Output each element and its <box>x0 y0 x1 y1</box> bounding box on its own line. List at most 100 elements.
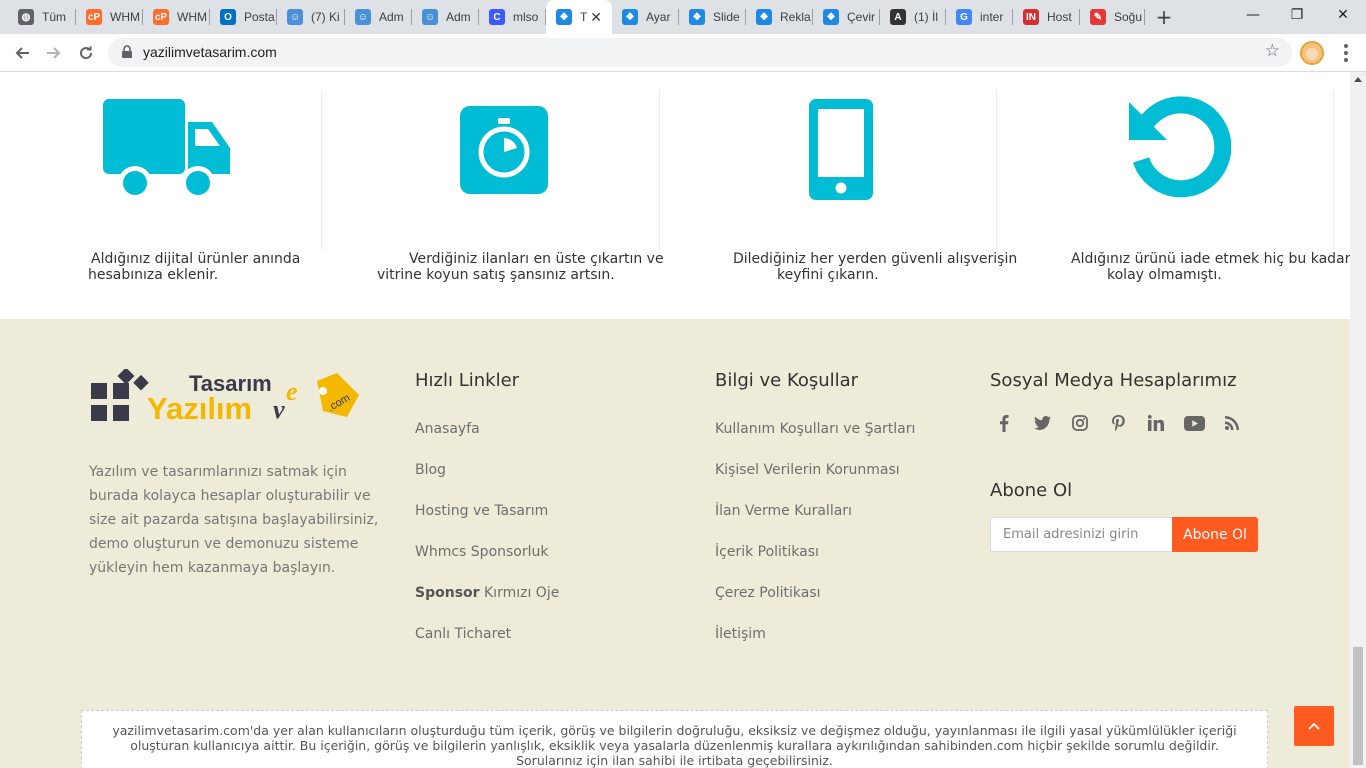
browser-tab[interactable]: ☺ Adm <box>345 0 412 34</box>
browser-tab[interactable]: ☺ (7) Ki <box>277 0 345 34</box>
tab-title: (7) Ki <box>311 10 340 24</box>
features-section: Aldığınız dijital ürünler anında hesabın… <box>0 72 1350 319</box>
pin-icon: ✎ <box>1090 9 1106 25</box>
footer-link-hosting[interactable]: Hosting ve Tasarım <box>415 503 548 519</box>
feature-mobile <box>808 90 874 250</box>
browser-tab[interactable]: Cmlso <box>479 0 546 34</box>
reload-button[interactable] <box>72 39 100 67</box>
footer-link-home[interactable]: Anasayfa <box>415 421 480 437</box>
tab-title: WHM <box>177 10 207 24</box>
browser-tab[interactable]: O Posta <box>210 0 277 34</box>
linkedin-icon[interactable] <box>1144 412 1168 434</box>
tab-title: Rekla <box>780 10 811 24</box>
browser-tab[interactable]: ❖ Slide <box>679 0 746 34</box>
cpanel-icon: cP <box>86 9 102 25</box>
quick-links-title: Hızlı Linkler <box>415 370 520 391</box>
logo-word-v: v <box>273 395 285 424</box>
social-title: Sosyal Medya Hesaplarımız <box>990 370 1237 391</box>
browser-tab[interactable]: Ginter <box>946 0 1013 34</box>
browser-tab[interactable]: ☺ Adm <box>412 0 479 34</box>
browser-tab[interactable]: ❖ Çevir <box>813 0 880 34</box>
feature-divider <box>659 90 660 250</box>
browser-menu-icon[interactable] <box>1336 42 1356 64</box>
terms-title: Bilgi ve Koşullar <box>715 370 859 391</box>
facebook-icon[interactable] <box>992 412 1016 434</box>
logo-word-e: e <box>286 377 298 406</box>
tab-title: Host <box>1047 10 1072 24</box>
footer-link-listing-rules[interactable]: İlan Verme Kuralları <box>715 503 852 519</box>
footer-link-contact[interactable]: İletişim <box>715 626 766 642</box>
chat-icon: ☺ <box>355 9 371 25</box>
tab-title: Adm <box>446 10 471 24</box>
scroll-to-top-button[interactable] <box>1294 706 1334 746</box>
footer-link-cookie-policy[interactable]: Çerez Politikası <box>715 585 821 601</box>
feature-text-digital: Aldığınız dijital ürünler anında hesabın… <box>88 251 301 283</box>
tab-title: Posta <box>244 10 275 24</box>
youtube-icon[interactable] <box>1182 412 1206 434</box>
browser-tab[interactable]: A (1) İl <box>880 0 946 34</box>
feature-digital <box>102 90 232 250</box>
url-text: yazilimvetasarim.com <box>143 44 277 60</box>
footer-link-content-policy[interactable]: İçerik Politikası <box>715 544 819 560</box>
in-icon: IN <box>1023 9 1039 25</box>
footer-link-sponsor[interactable]: Sponsor Kırmızı Oje <box>415 585 559 601</box>
back-button[interactable] <box>8 39 36 67</box>
feature-divider <box>996 90 997 250</box>
forward-button[interactable] <box>40 39 68 67</box>
close-window-button[interactable]: ✕ <box>1320 0 1366 30</box>
feature-text-mobile: Dilediğiniz her yerden güvenli alışveriş… <box>733 251 1018 283</box>
footer-link-blog[interactable]: Blog <box>415 462 446 478</box>
tab-title: Tüm <box>42 10 66 24</box>
footer-link-whmcs[interactable]: Whmcs Sponsorluk <box>415 544 549 560</box>
arrow-left-icon <box>15 47 29 59</box>
chat-icon: ☺ <box>287 9 303 25</box>
tab-title: mlso <box>513 10 539 24</box>
address-bar[interactable]: yazilimvetasarim.com ☆ <box>108 38 1292 67</box>
subscribe-title: Abone Ol <box>990 480 1073 501</box>
minimize-button[interactable]: — <box>1230 0 1276 30</box>
page-scrollbar[interactable] <box>1350 72 1366 768</box>
bookmark-star-icon[interactable]: ☆ <box>1265 41 1280 61</box>
pinterest-icon[interactable] <box>1106 412 1130 434</box>
arrow-right-icon <box>47 47 61 59</box>
browser-tab[interactable]: cP WHM <box>143 0 210 34</box>
maximize-button[interactable]: ❐ <box>1274 0 1320 30</box>
twitter-icon[interactable] <box>1030 412 1054 434</box>
page-content: Aldığınız dijital ürünler anında hesabın… <box>0 72 1350 768</box>
puzzle-icon: ❖ <box>689 9 705 25</box>
chat-icon: ☺ <box>422 9 438 25</box>
browser-tab[interactable]: ❖ T ✕ <box>546 0 612 34</box>
browser-tab[interactable]: ◍ Tüm <box>8 0 76 34</box>
site-footer: Tasarım Yazılım v e .com Yazılım ve tasa… <box>0 319 1350 768</box>
email-field[interactable] <box>990 517 1172 552</box>
legal-disclaimer: yazilimvetasarim.com'da yer alan kullanı… <box>81 710 1268 768</box>
new-tab-button[interactable]: + <box>1153 5 1175 29</box>
browser-tab[interactable]: cP WHM <box>76 0 143 34</box>
close-tab-icon[interactable]: ✕ <box>590 9 602 26</box>
instagram-icon[interactable] <box>1068 412 1092 434</box>
footer-link-live-commerce[interactable]: Canlı Ticharet <box>415 626 511 642</box>
scroll-up-arrow-icon[interactable] <box>1354 77 1362 82</box>
feature-divider <box>1333 90 1334 250</box>
logo-word-yazilim: Yazılım <box>147 391 253 426</box>
a-icon: A <box>890 9 906 25</box>
tab-title: Slide <box>713 10 740 24</box>
profile-avatar[interactable] <box>1300 41 1324 65</box>
subscribe-button[interactable]: Abone Ol <box>1172 517 1258 552</box>
rss-icon[interactable] <box>1220 412 1244 434</box>
footer-link-privacy[interactable]: Kişisel Verilerin Korunması <box>715 462 900 478</box>
feature-divider <box>321 90 322 250</box>
browser-tab[interactable]: ✎ Soğu <box>1080 0 1145 34</box>
tab-title: inter <box>980 10 1004 24</box>
chevron-up-icon <box>1308 722 1320 730</box>
site-logo[interactable]: Tasarım Yazılım v e .com <box>89 367 361 433</box>
c-icon: C <box>489 9 505 25</box>
browser-tab[interactable]: ❖ Rekla <box>746 0 813 34</box>
stopwatch-icon <box>460 106 548 194</box>
feature-return <box>1127 90 1232 250</box>
footer-link-terms-of-use[interactable]: Kullanım Koşulları ve Şartları <box>715 421 915 437</box>
browser-tab[interactable]: ❖ Ayar <box>612 0 679 34</box>
mobile-phone-icon <box>809 99 873 200</box>
browser-tab[interactable]: IN Host <box>1013 0 1080 34</box>
scrollbar-thumb[interactable] <box>1353 647 1363 765</box>
